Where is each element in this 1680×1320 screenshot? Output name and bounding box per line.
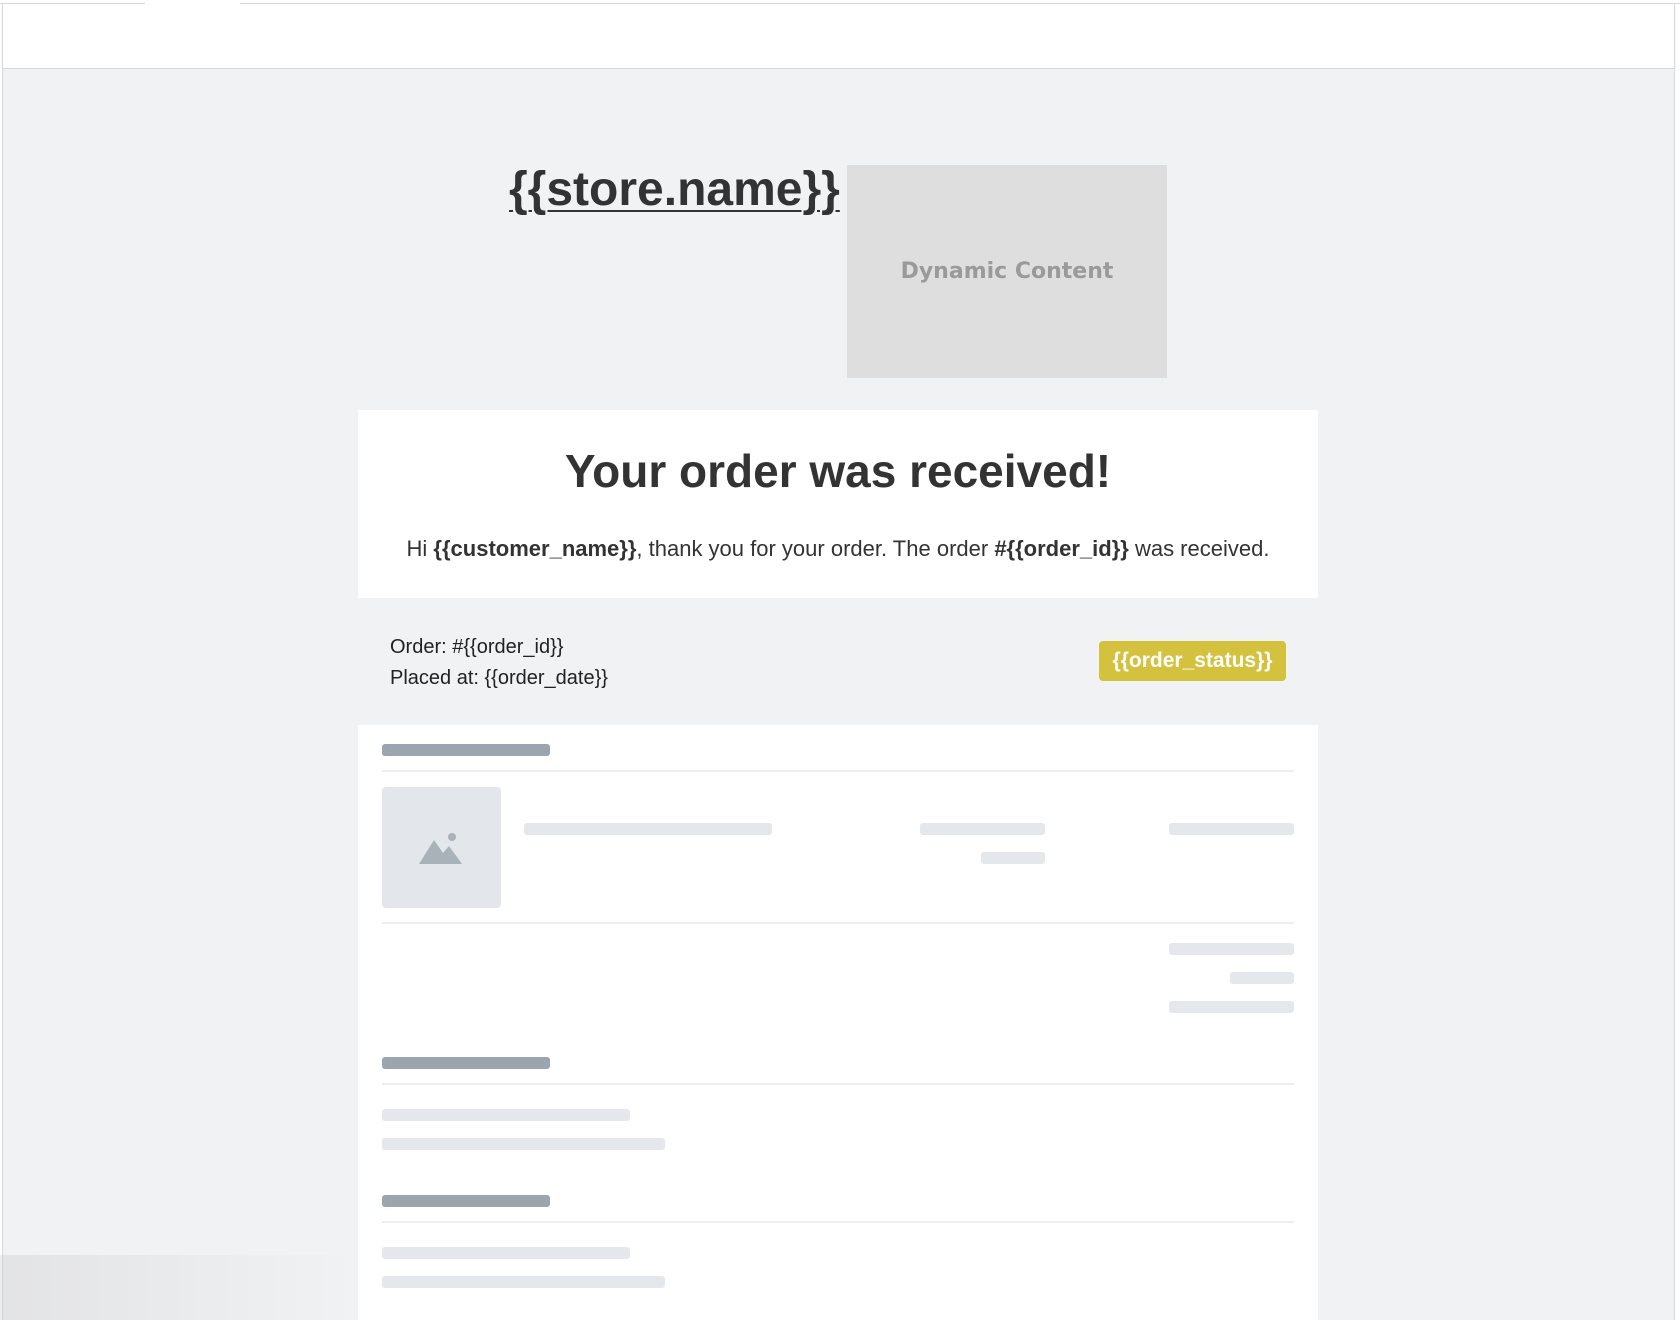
image-placeholder-icon — [419, 833, 462, 864]
message-body: , thank you for your order. The order — [636, 536, 995, 561]
dynamic-content-block[interactable]: Dynamic Content — [847, 165, 1167, 378]
skeleton-section-heading — [382, 744, 550, 756]
skeleton-total — [1169, 1001, 1294, 1013]
skeleton-product-name — [524, 823, 772, 835]
order-number-line: Order: #{{order_id}} — [390, 636, 564, 658]
skeleton-address-line — [382, 1109, 630, 1121]
skeleton-address-line — [382, 1138, 665, 1150]
product-image-placeholder — [382, 787, 501, 908]
skeleton-shipping — [1230, 972, 1294, 984]
skeleton-address-line — [382, 1276, 665, 1288]
skeleton-product-variant — [981, 852, 1045, 864]
customer-name-variable: {{customer_name}} — [433, 536, 637, 561]
dynamic-content-label: Dynamic Content — [900, 259, 1114, 284]
order-received-message: Hi {{customer_name}}, thank you for your… — [358, 536, 1318, 562]
order-info: Order: #{{order_id}} Placed at: {{order_… — [390, 632, 608, 694]
skeleton-subtotal — [1169, 943, 1294, 955]
order-received-card: Your order was received! Hi {{customer_n… — [358, 410, 1318, 598]
skeleton-divider — [382, 922, 1294, 924]
skeleton-divider — [382, 770, 1294, 772]
editor-toolbar — [2, 4, 1675, 69]
message-end: was received. — [1128, 536, 1270, 561]
skeleton-product-qty — [920, 823, 1045, 835]
skeleton-divider — [382, 1221, 1294, 1223]
order-status-badge: {{order_status}} — [1099, 641, 1286, 681]
order-id-variable: #{{order_id}} — [994, 536, 1129, 561]
order-received-title: Your order was received! — [564, 445, 1112, 497]
message-greeting: Hi — [406, 536, 434, 561]
skeleton-section-heading — [382, 1057, 550, 1069]
order-details-skeleton — [358, 725, 1318, 1320]
skeleton-product-price — [1169, 823, 1294, 835]
order-date-line: Placed at: {{order_date}} — [390, 667, 608, 689]
store-name-link[interactable]: {{store.name}} — [509, 162, 840, 217]
skeleton-divider — [382, 1083, 1294, 1085]
skeleton-address-line — [382, 1247, 630, 1259]
skeleton-section-heading — [382, 1195, 550, 1207]
